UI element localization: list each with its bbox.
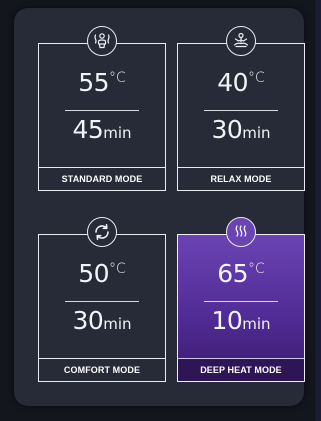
duration-unit: min xyxy=(103,124,132,142)
window-edge xyxy=(315,0,321,421)
duration-unit: min xyxy=(242,315,271,333)
temperature-number: 65 xyxy=(217,259,249,288)
mode-selection-panel: 55°C 45min STANDARD MODE 40°C 30min RELA… xyxy=(14,8,305,406)
temperature-unit: °C xyxy=(248,70,265,86)
divider xyxy=(204,110,278,111)
temperature-unit: °C xyxy=(248,261,265,277)
temperature-value: 40°C xyxy=(178,68,304,97)
mode-card-relax[interactable]: 40°C 30min RELAX MODE xyxy=(177,26,305,191)
duration-value: 30min xyxy=(39,306,165,335)
temperature-number: 55 xyxy=(78,68,110,97)
mode-label: COMFORT MODE xyxy=(39,358,165,381)
divider xyxy=(65,301,139,302)
duration-value: 10min xyxy=(178,306,304,335)
temperature-number: 40 xyxy=(217,68,249,97)
temperature-unit: °C xyxy=(109,70,126,86)
duration-value: 45min xyxy=(39,115,165,144)
meditation-icon xyxy=(226,26,256,56)
person-heat-icon xyxy=(87,26,117,56)
duration-number: 30 xyxy=(211,115,243,144)
divider xyxy=(65,110,139,111)
duration-value: 30min xyxy=(178,115,304,144)
refresh-circle-icon xyxy=(87,217,117,247)
heat-waves-icon xyxy=(226,217,256,247)
duration-number: 10 xyxy=(211,306,243,335)
duration-number: 45 xyxy=(72,115,104,144)
divider xyxy=(204,301,278,302)
temperature-unit: °C xyxy=(109,261,126,277)
duration-unit: min xyxy=(103,315,132,333)
temperature-value: 65°C xyxy=(178,259,304,288)
temperature-value: 55°C xyxy=(39,68,165,97)
temperature-value: 50°C xyxy=(39,259,165,288)
temperature-number: 50 xyxy=(78,259,110,288)
mode-card-comfort[interactable]: 50°C 30min COMFORT MODE xyxy=(38,217,166,382)
mode-card-standard[interactable]: 55°C 45min STANDARD MODE xyxy=(38,26,166,191)
mode-label: DEEP HEAT MODE xyxy=(178,358,304,381)
duration-unit: min xyxy=(242,124,271,142)
duration-number: 30 xyxy=(72,306,104,335)
mode-card-deep-heat[interactable]: 65°C 10min DEEP HEAT MODE xyxy=(177,217,305,382)
mode-label: RELAX MODE xyxy=(178,167,304,190)
mode-label: STANDARD MODE xyxy=(39,167,165,190)
